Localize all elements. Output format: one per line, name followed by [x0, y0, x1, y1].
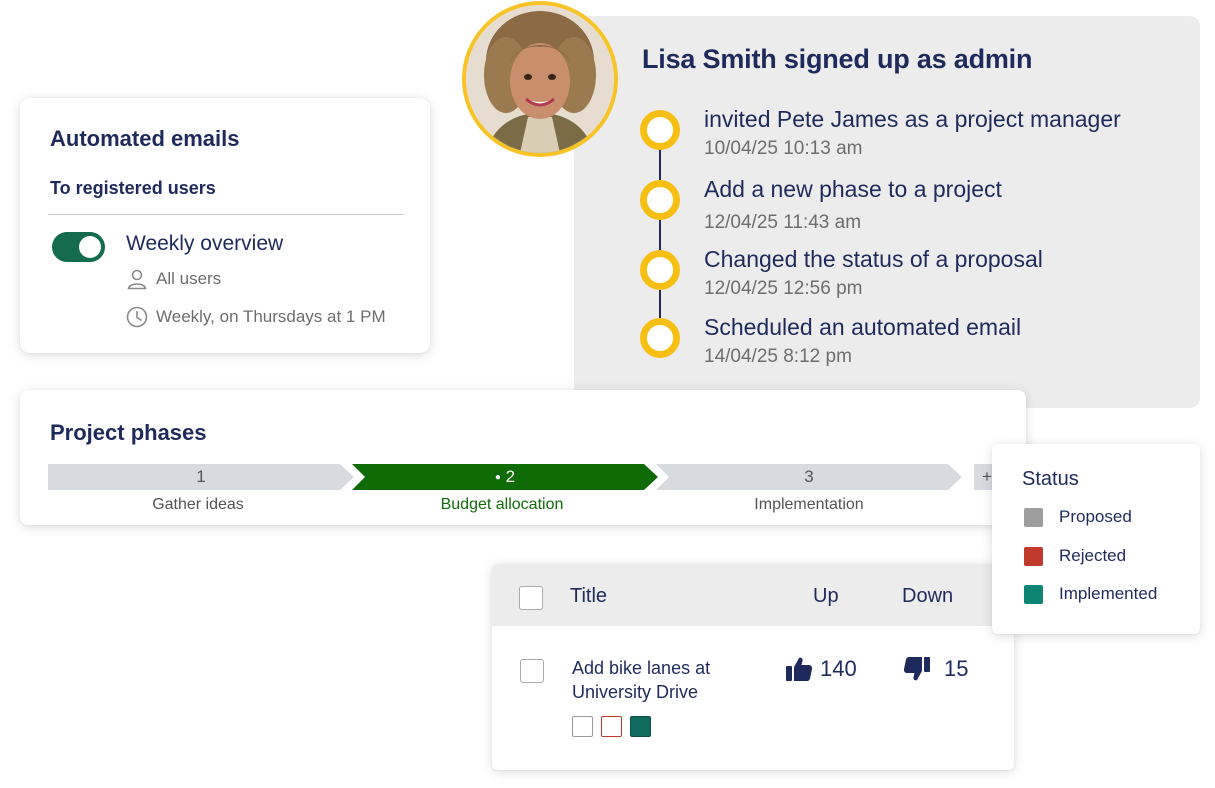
status-box-proposed[interactable]: [572, 716, 593, 737]
phases-title: Project phases: [50, 420, 207, 445]
phase-number: 1: [196, 467, 206, 486]
phase-number: ● 2: [352, 467, 658, 487]
status-legend-card: Status Proposed Rejected Implemented: [992, 444, 1200, 634]
phase-step-3[interactable]: 3: [656, 464, 962, 490]
timeline-text: Changed the status of a proposal: [704, 246, 1043, 272]
select-all-checkbox[interactable]: [519, 586, 543, 610]
emails-subtitle: To registered users: [50, 178, 216, 198]
status-label: Rejected: [1059, 546, 1127, 565]
weekly-overview-toggle[interactable]: [52, 232, 105, 262]
toggle-knob: [79, 236, 101, 258]
phase-label: Implementation: [754, 496, 864, 513]
timeline-dot: [640, 110, 680, 150]
status-swatch: [1024, 546, 1043, 566]
status-swatch: [1024, 584, 1043, 604]
phase-number-value: 2: [505, 467, 516, 486]
email-schedule: Weekly, on Thursdays at 1 PM: [126, 306, 386, 328]
clock-icon: [126, 306, 148, 328]
audience-label: All users: [156, 269, 222, 288]
timeline-time: 14/04/25 8:12 pm: [704, 346, 852, 367]
schedule-label: Weekly, on Thursdays at 1 PM: [156, 307, 386, 326]
timeline-item: invited Pete James as a project manager …: [640, 106, 1180, 166]
thumbs-down-icon: [904, 657, 930, 681]
status-option-rejected[interactable]: Rejected: [1024, 546, 1126, 566]
timeline-dot: [640, 318, 680, 358]
upvote-count[interactable]: 140: [786, 656, 857, 682]
timeline-dot: [640, 250, 680, 290]
phase-step-1[interactable]: 1: [48, 464, 354, 490]
column-down[interactable]: Down: [902, 585, 953, 608]
active-dot-icon: ●: [494, 472, 501, 483]
timeline-item: Changed the status of a proposal 12/04/2…: [640, 246, 1180, 306]
status-title: Status: [1022, 468, 1079, 490]
downvote-value: 15: [944, 656, 969, 681]
status-label: Implemented: [1059, 584, 1158, 603]
status-option-implemented[interactable]: Implemented: [1024, 584, 1157, 604]
column-title[interactable]: Title: [570, 585, 607, 608]
avatar: [462, 1, 618, 157]
downvote-count[interactable]: 15: [904, 656, 968, 682]
project-phases-card: Project phases 1 ● 2 3 + Gather ideas Bu…: [20, 390, 1026, 525]
emails-title: Automated emails: [50, 126, 240, 151]
upvote-value: 140: [820, 656, 857, 681]
email-audience: All users: [126, 268, 221, 290]
timeline-text: Scheduled an automated email: [704, 314, 1022, 340]
proposal-title[interactable]: Add bike lanes at University Drive: [572, 656, 772, 704]
timeline-text: Add a new phase to a project: [704, 176, 1002, 202]
proposals-table: Title Up Down Add bike lanes at Universi…: [492, 564, 1014, 770]
row-checkbox[interactable]: [520, 659, 544, 683]
timeline-time: 12/04/25 11:43 am: [704, 212, 862, 233]
divider: [48, 214, 404, 215]
email-name: Weekly overview: [126, 232, 284, 255]
phase-label: Gather ideas: [152, 496, 244, 513]
phase-number: 3: [804, 467, 814, 486]
status-box-implemented[interactable]: [630, 716, 651, 737]
user-icon: [127, 269, 147, 290]
status-swatch: [1024, 507, 1043, 527]
phase-step-2[interactable]: ● 2: [352, 464, 658, 490]
column-up[interactable]: Up: [813, 585, 839, 608]
timeline-time: 12/04/25 12:56 pm: [704, 278, 863, 299]
phase-label-active: Budget allocation: [440, 496, 564, 513]
table-header: Title Up Down: [492, 564, 1014, 626]
timeline-time: 10/04/25 10:13 am: [704, 138, 863, 159]
avatar-photo: [466, 5, 614, 153]
activity-title: Lisa Smith signed up as admin: [642, 44, 1033, 74]
status-option-proposed[interactable]: Proposed: [1024, 507, 1132, 527]
status-box-rejected[interactable]: [601, 716, 622, 737]
thumbs-up-icon: [786, 657, 812, 681]
timeline-item: Add a new phase to a project 12/04/25 11…: [640, 176, 1180, 236]
status-label: Proposed: [1059, 507, 1132, 526]
timeline-item: Scheduled an automated email 14/04/25 8:…: [640, 314, 1180, 374]
automated-emails-card: Automated emails To registered users Wee…: [20, 98, 430, 353]
timeline-text: invited Pete James as a project manager: [704, 106, 1121, 132]
timeline-dot: [640, 180, 680, 220]
